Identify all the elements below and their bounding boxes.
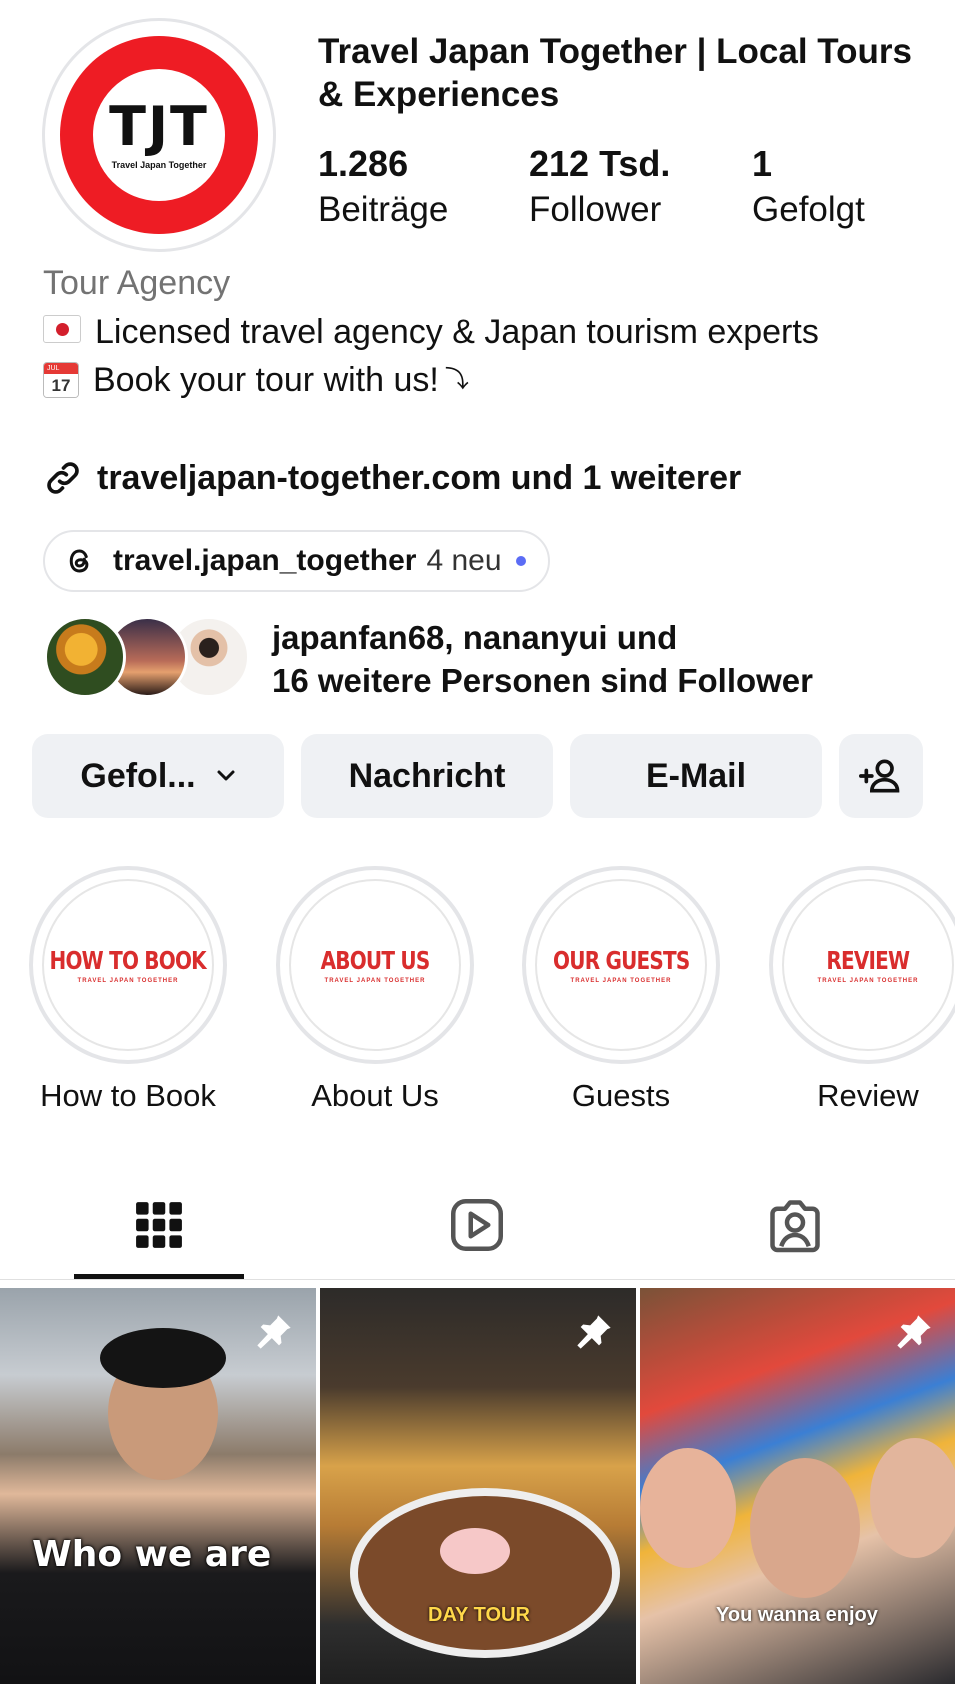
highlight-review[interactable]: REVIEW TRAVEL JAPAN TOGETHER Review — [768, 866, 955, 1114]
highlight-cover-subtitle: TRAVEL JAPAN TOGETHER — [817, 978, 919, 984]
avatar-red-ring: TJT Travel Japan Together — [60, 36, 258, 234]
highlight-cover: HOW TO BOOK TRAVEL JAPAN TOGETHER — [42, 879, 214, 1051]
post-image-person — [640, 1448, 736, 1568]
post-thumbnail[interactable]: You wanna enjoy — [640, 1288, 955, 1684]
arrow-down-icon: ⤵ — [444, 366, 469, 393]
highlight-cover: REVIEW TRAVEL JAPAN TOGETHER — [782, 879, 954, 1051]
message-button[interactable]: Nachricht — [301, 734, 553, 818]
profile-avatar[interactable]: TJT Travel Japan Together — [42, 18, 276, 252]
highlight-label: About Us — [311, 1078, 439, 1113]
following-button-label: Gefol... — [80, 756, 196, 795]
profile-link[interactable]: traveljapan-together.com und 1 weiterer — [43, 458, 741, 498]
stat-posts-label: Beiträge — [318, 190, 449, 229]
stat-following-count: 1 — [752, 143, 773, 184]
post-thumbnail[interactable]: DAY TOUR — [320, 1288, 636, 1684]
post-image-person — [870, 1438, 955, 1558]
add-person-button[interactable] — [839, 734, 923, 818]
bio-line-2: JUL 17 Book your tour with us! ⤵ — [43, 356, 903, 404]
threads-new-count: 4 neu — [426, 544, 502, 577]
reels-icon — [451, 1199, 503, 1251]
threads-badge[interactable]: travel.japan_together 4 neu — [43, 530, 550, 592]
highlight-label: Review — [817, 1078, 919, 1113]
highlight-cover-title: OUR GUESTS — [552, 946, 690, 975]
threads-handle: travel.japan_together — [113, 544, 417, 577]
post-caption: DAY TOUR — [428, 1604, 530, 1626]
highlight-cover-subtitle: TRAVEL JAPAN TOGETHER — [570, 978, 672, 984]
stat-followers-label: Follower — [529, 190, 662, 229]
highlight-ring: OUR GUESTS TRAVEL JAPAN TOGETHER — [522, 866, 720, 1064]
link-icon — [47, 462, 79, 494]
grid-icon — [136, 1202, 182, 1248]
tab-tagged[interactable] — [710, 1170, 880, 1280]
avatar-logo-subtext: Travel Japan Together — [111, 160, 207, 170]
email-button[interactable]: E-Mail — [570, 734, 822, 818]
profile-bio: Licensed travel agency & Japan tourism e… — [43, 308, 903, 404]
highlight-label: Guests — [571, 1078, 671, 1113]
post-image-hair — [100, 1328, 226, 1388]
pin-icon — [577, 1315, 611, 1349]
highlight-cover-title: ABOUT US — [320, 946, 431, 975]
stat-posts[interactable]: 1.286 Beiträge — [318, 142, 448, 232]
highlight-cover: ABOUT US TRAVEL JAPAN TOGETHER — [289, 879, 461, 1051]
avatar-logo: TJT Travel Japan Together — [93, 69, 225, 201]
add-person-icon — [859, 759, 900, 793]
bio-line-1: Licensed travel agency & Japan tourism e… — [43, 308, 903, 356]
mutual-followers-line-1: japanfan68, nananyui und — [272, 619, 678, 656]
highlight-ring: REVIEW TRAVEL JAPAN TOGETHER — [769, 866, 955, 1064]
highlight-guests[interactable]: OUR GUESTS TRAVEL JAPAN TOGETHER Guests — [521, 866, 721, 1114]
email-button-label: E-Mail — [645, 756, 747, 795]
avatar — [44, 616, 126, 698]
post-image-narutomaki — [440, 1528, 510, 1574]
highlight-cover-subtitle: TRAVEL JAPAN TOGETHER — [77, 978, 179, 984]
chevron-down-icon — [217, 770, 235, 781]
highlight-cover-title: HOW TO BOOK — [49, 946, 207, 975]
tagged-icon — [770, 1200, 820, 1253]
highlight-ring: HOW TO BOOK TRAVEL JAPAN TOGETHER — [29, 866, 227, 1064]
pin-icon — [257, 1315, 291, 1349]
highlight-cover-title: REVIEW — [826, 946, 911, 975]
mutual-followers-line-2: 16 weitere Personen sind Follower — [272, 662, 814, 699]
active-tab-indicator — [74, 1274, 244, 1279]
profile-category: Tour Agency — [43, 264, 231, 302]
pin-icon — [897, 1315, 931, 1349]
following-button[interactable]: Gefol... — [32, 734, 284, 818]
stat-followers[interactable]: 212 Tsd. Follower — [529, 142, 670, 232]
japan-flag-icon — [43, 315, 81, 343]
stat-following-label: Gefolgt — [752, 190, 865, 229]
message-button-label: Nachricht — [348, 756, 506, 795]
bio-line-1-text: Licensed travel agency & Japan tourism e… — [95, 313, 819, 351]
stat-posts-count: 1.286 — [318, 143, 409, 184]
threads-unread-dot — [515, 556, 526, 566]
mutual-followers-text[interactable]: japanfan68, nananyui und 16 weitere Pers… — [272, 616, 813, 702]
profile-name: Travel Japan Together | Local Tours & Ex… — [318, 32, 912, 114]
post-image-person — [750, 1458, 860, 1598]
highlight-how-to-book[interactable]: HOW TO BOOK TRAVEL JAPAN TOGETHER How to… — [28, 866, 228, 1114]
stat-followers-count: 212 Tsd. — [529, 143, 671, 184]
stat-following[interactable]: 1 Gefolgt — [752, 142, 865, 232]
avatar-logo-text: TJT — [109, 95, 209, 158]
highlight-label: How to Book — [40, 1078, 216, 1113]
highlight-cover-subtitle: TRAVEL JAPAN TOGETHER — [324, 978, 426, 984]
highlight-about-us[interactable]: ABOUT US TRAVEL JAPAN TOGETHER About Us — [275, 866, 475, 1114]
highlight-ring: ABOUT US TRAVEL JAPAN TOGETHER — [276, 866, 474, 1064]
tab-posts-grid[interactable] — [74, 1170, 244, 1280]
calendar-icon: JUL 17 — [43, 362, 79, 398]
tab-reels[interactable] — [392, 1170, 562, 1280]
threads-icon — [69, 549, 89, 573]
profile-link-text: traveljapan-together.com und 1 weiterer — [97, 458, 742, 497]
post-thumbnail[interactable]: Who we are — [0, 1288, 316, 1684]
mutual-followers-avatars[interactable] — [44, 616, 250, 698]
profile-tabs — [0, 1170, 955, 1280]
highlight-cover: OUR GUESTS TRAVEL JAPAN TOGETHER — [535, 879, 707, 1051]
post-caption: You wanna enjoy — [716, 1604, 878, 1626]
bio-line-2-text: Book your tour with us! — [93, 361, 439, 399]
post-caption: Who we are — [32, 1534, 272, 1575]
